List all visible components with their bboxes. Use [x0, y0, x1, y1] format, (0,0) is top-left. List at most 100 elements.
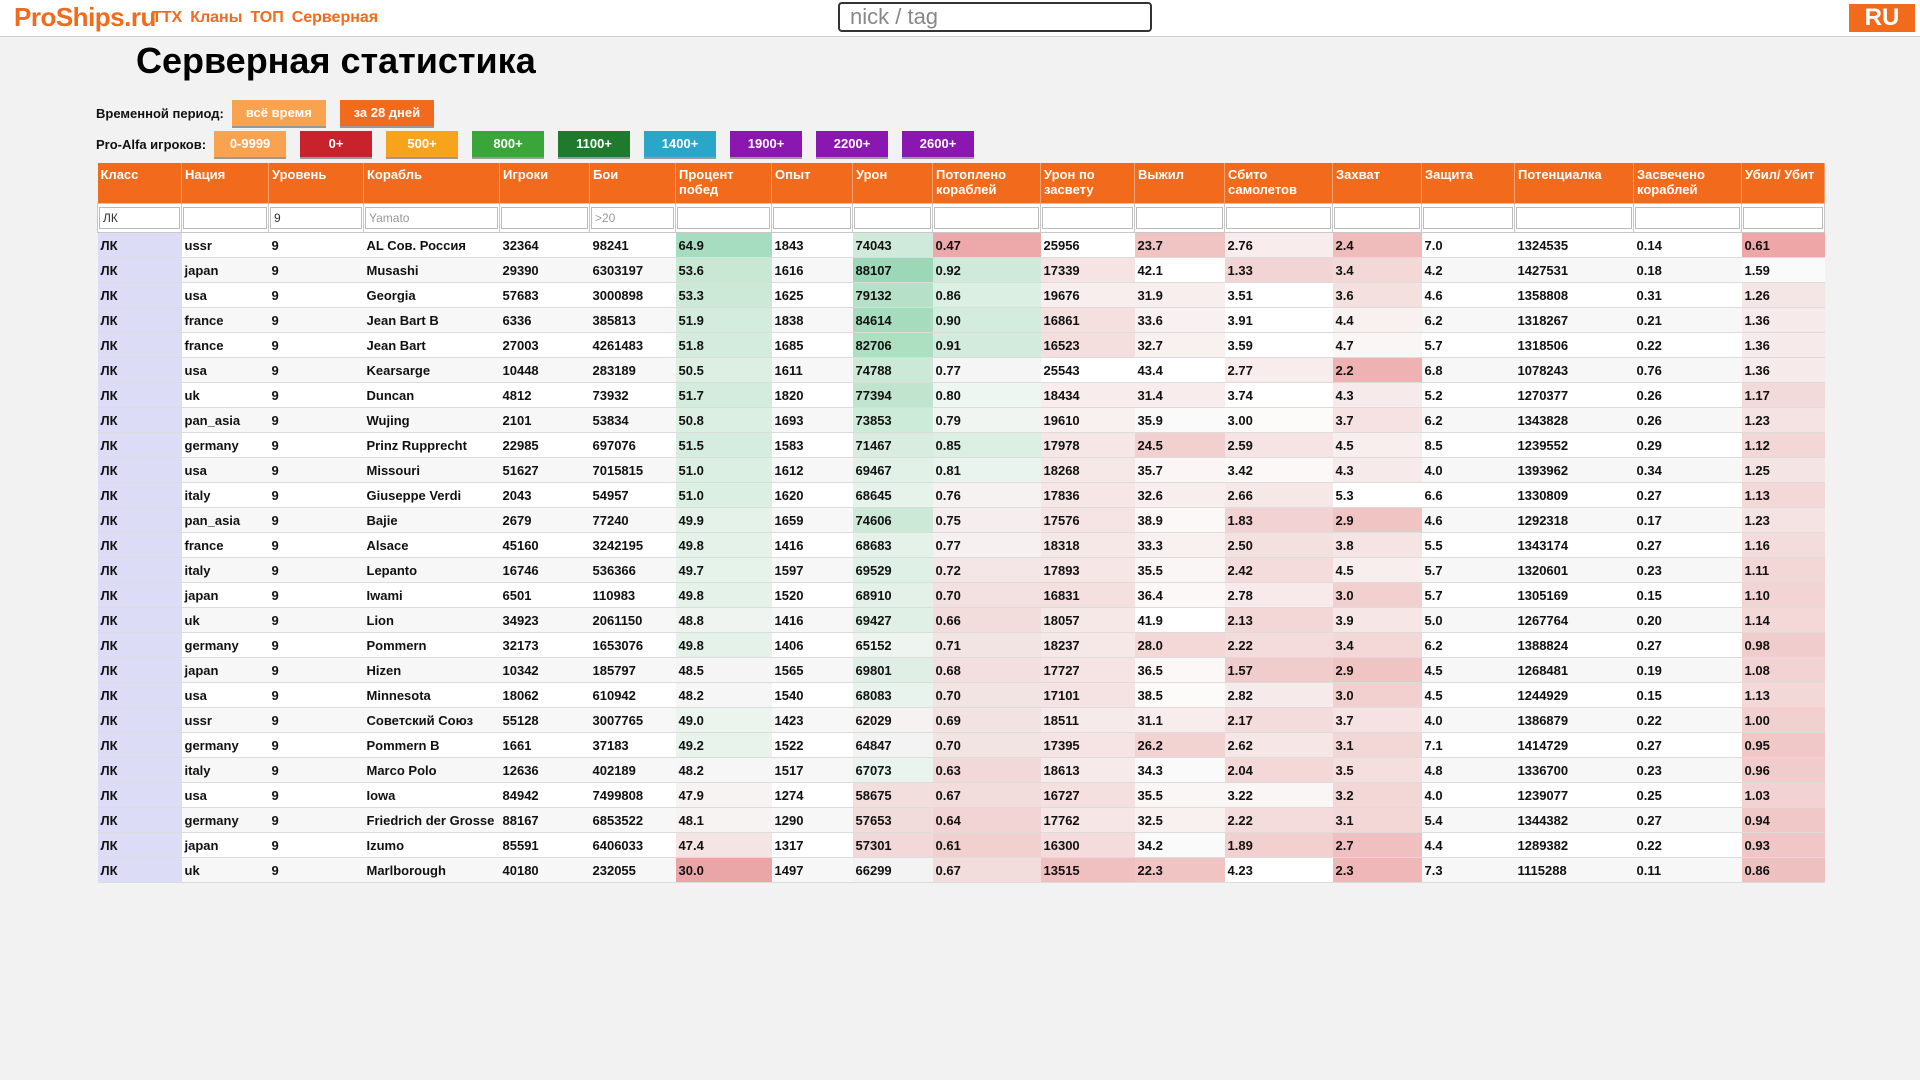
column-filter-input[interactable] [1136, 207, 1223, 229]
column-filter-input[interactable] [1743, 207, 1823, 229]
nav-ttx[interactable]: ТТХ [152, 9, 182, 27]
column-filter-input[interactable] [1042, 207, 1133, 229]
table-row[interactable]: ЛК usa 9 Georgia 57683 3000898 53.3 1625 79132 0.… [97, 282, 1825, 308]
column-filter-input[interactable] [183, 207, 267, 229]
table-row[interactable]: ЛК japan 9 Musashi 29390 6303197 53.6 1616 88107… [97, 257, 1825, 283]
column-filter-input[interactable] [1635, 207, 1740, 229]
period-button-1[interactable]: за 28 дней [339, 100, 434, 126]
table-cell: 0.34 [1633, 457, 1742, 483]
table-row[interactable]: ЛК usa 9 Minnesota 18062 610942 48.2 1540 68083 0… [97, 682, 1825, 708]
site-logo[interactable]: ProShips.ru [14, 2, 156, 33]
column-header[interactable]: Процент побед [675, 163, 772, 204]
column-header[interactable]: Потенциалка [1514, 163, 1634, 204]
alfa-button-1[interactable]: 0+ [300, 131, 373, 157]
table-row[interactable]: ЛК japan 9 Hizen 10342 185797 48.5 1565 69801 0.6… [97, 657, 1825, 683]
period-button-0[interactable]: всё время [231, 100, 326, 126]
table-cell: 2.17 [1224, 707, 1333, 733]
table-cell: 232055 [589, 857, 676, 883]
table-row[interactable]: ЛК germany 9 Pommern B 1661 37183 49.2 1522 6484… [97, 732, 1825, 758]
table-cell: 1423 [771, 707, 853, 733]
column-header[interactable]: Урон [852, 163, 933, 204]
alfa-button-8[interactable]: 2600+ [902, 131, 975, 157]
table-cell: 0.15 [1633, 682, 1742, 708]
table-row[interactable]: ЛК pan_asia 9 Bajie 2679 77240 49.9 1659 74606 0.… [97, 507, 1825, 533]
column-filter-input[interactable] [773, 207, 851, 229]
search-input[interactable] [838, 2, 1152, 32]
alfa-button-4[interactable]: 1100+ [558, 131, 631, 157]
column-filter-input[interactable] [1423, 207, 1513, 229]
table-cell: 18511 [1040, 707, 1135, 733]
table-cell: 1.14 [1741, 607, 1825, 633]
table-cell: 3.0 [1332, 682, 1422, 708]
nav-top[interactable]: ТОП [250, 9, 283, 27]
table-row[interactable]: ЛК germany 9 Friedrich der Grosse 88167 68535… [97, 807, 1825, 833]
table-row[interactable]: ЛК usa 9 Kearsarge 10448 283189 50.5 1611 74788 0… [97, 357, 1825, 383]
table-row[interactable]: ЛК uk 9 Lion 34923 2061150 48.8 1416 69427 0.66 18… [97, 607, 1825, 633]
column-header[interactable]: Потоплено кораблей [932, 163, 1041, 204]
table-cell: 3007765 [589, 707, 676, 733]
column-header[interactable]: Выжил [1134, 163, 1225, 204]
table-row[interactable]: ЛК uk 9 Marlborough 40180 232055 30.0 1497 66299… [97, 857, 1825, 883]
alfa-button-7[interactable]: 2200+ [816, 131, 889, 157]
table-cell: Lion [363, 607, 500, 633]
table-row[interactable]: ЛК ussr 9 Советский Союз 55128 3007765 49.0 142… [97, 707, 1825, 733]
column-filter-input[interactable] [591, 207, 674, 229]
table-row[interactable]: ЛК italy 9 Marco Polo 12636 402189 48.2 1517 670… [97, 757, 1825, 783]
column-header[interactable]: Корабль [363, 163, 500, 204]
table-cell: 50.8 [675, 407, 772, 433]
table-row[interactable]: ЛК italy 9 Lepanto 16746 536366 49.7 1597 69529 0… [97, 557, 1825, 583]
column-filter-input[interactable] [1516, 207, 1632, 229]
column-header[interactable]: Засвечено кораблей [1633, 163, 1742, 204]
column-header[interactable]: Захват [1332, 163, 1422, 204]
alfa-button-0[interactable]: 0-9999 [214, 131, 287, 157]
language-button[interactable]: RU [1849, 4, 1915, 32]
column-header[interactable]: Защита [1421, 163, 1515, 204]
column-filter-input[interactable] [677, 207, 770, 229]
table-row[interactable]: ЛК usa 9 Iowa 84942 7499808 47.9 1274 58675 0.67 1… [97, 782, 1825, 808]
nav-server[interactable]: Серверная [292, 9, 378, 27]
table-row[interactable]: ЛК france 9 Alsace 45160 3242195 49.8 1416 68683… [97, 532, 1825, 558]
column-header[interactable]: Убил/ Убит [1741, 163, 1825, 204]
column-filter-input[interactable] [365, 207, 498, 229]
table-cell: 7.1 [1421, 732, 1515, 758]
column-filter-input[interactable] [1334, 207, 1420, 229]
column-header[interactable]: Игроки [499, 163, 590, 204]
table-cell: 0.27 [1633, 532, 1742, 558]
table-row[interactable]: ЛК pan_asia 9 Wujing 2101 53834 50.8 1693 73853 0… [97, 407, 1825, 433]
table-cell: japan [181, 832, 269, 858]
alfa-button-3[interactable]: 800+ [472, 131, 545, 157]
column-header[interactable]: Опыт [771, 163, 853, 204]
table-cell: 185797 [589, 657, 676, 683]
table-row[interactable]: ЛК italy 9 Giuseppe Verdi 2043 54957 51.0 1620 6… [97, 482, 1825, 508]
column-filter-input[interactable] [270, 207, 362, 229]
table-row[interactable]: ЛК france 9 Jean Bart B 6336 385813 51.9 1838 84… [97, 307, 1825, 333]
column-filter-input[interactable] [99, 207, 180, 229]
table-row[interactable]: ЛК japan 9 Izumo 85591 6406033 47.4 1317 57301 0.… [97, 832, 1825, 858]
table-row[interactable]: ЛК germany 9 Pommern 32173 1653076 49.8 1406 651… [97, 632, 1825, 658]
table-row[interactable]: ЛК germany 9 Prinz Rupprecht 22985 697076 51.5… [97, 432, 1825, 458]
column-filter-input[interactable] [501, 207, 588, 229]
table-cell: 68083 [852, 682, 933, 708]
table-row[interactable]: ЛК uk 9 Duncan 4812 73932 51.7 1820 77394 0.80 184… [97, 382, 1825, 408]
column-header[interactable]: Бои [589, 163, 676, 204]
table-cell: 0.69 [932, 707, 1041, 733]
column-filter-input[interactable] [854, 207, 931, 229]
column-header[interactable]: Уровень [268, 163, 364, 204]
table-row[interactable]: ЛК usa 9 Missouri 51627 7015815 51.0 1612 69467 0… [97, 457, 1825, 483]
column-header[interactable]: Сбито самолетов [1224, 163, 1333, 204]
column-header[interactable]: Класс [97, 163, 182, 204]
column-filter-input[interactable] [1226, 207, 1331, 229]
alfa-button-2[interactable]: 500+ [386, 131, 459, 157]
column-header[interactable]: Нация [181, 163, 269, 204]
table-row[interactable]: ЛК france 9 Jean Bart 27003 4261483 51.8 1685 82… [97, 332, 1825, 358]
alfa-button-6[interactable]: 1900+ [730, 131, 803, 157]
column-header[interactable]: Урон по засвету [1040, 163, 1135, 204]
table-cell: 4.6 [1421, 282, 1515, 308]
table-row[interactable]: ЛК ussr 9 AL Сов. Россия 32364 98241 64.9 1843 7… [97, 232, 1825, 258]
table-row[interactable]: ЛК japan 9 Iwami 6501 110983 49.8 1520 68910 0.70… [97, 582, 1825, 608]
table-cell: 4.3 [1332, 382, 1422, 408]
nav-clans[interactable]: Кланы [190, 9, 242, 27]
column-filter-input[interactable] [934, 207, 1039, 229]
table-cell: Friedrich der Grosse [363, 807, 500, 833]
alfa-button-5[interactable]: 1400+ [644, 131, 717, 157]
